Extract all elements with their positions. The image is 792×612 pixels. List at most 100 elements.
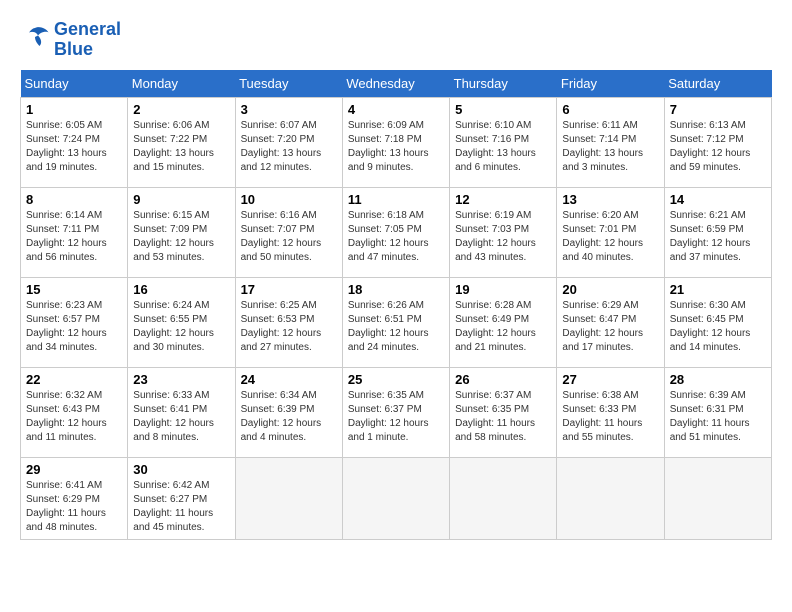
calendar-cell: 25 Sunrise: 6:35 AM Sunset: 6:37 PM Dayl… [342,367,449,457]
day-info: Sunrise: 6:07 AM Sunset: 7:20 PM Dayligh… [241,119,337,175]
calendar-cell: 1 Sunrise: 6:05 AM Sunset: 7:24 PM Dayli… [21,97,128,187]
day-header-thursday: Thursday [450,70,557,98]
page-header: General Blue [20,20,772,60]
day-info: Sunrise: 6:26 AM Sunset: 6:51 PM Dayligh… [348,299,444,355]
day-info: Sunrise: 6:38 AM Sunset: 6:33 PM Dayligh… [562,389,658,445]
week-row-3: 15 Sunrise: 6:23 AM Sunset: 6:57 PM Dayl… [21,277,772,367]
day-number: 24 [241,372,337,387]
day-info: Sunrise: 6:16 AM Sunset: 7:07 PM Dayligh… [241,209,337,265]
day-number: 1 [26,102,122,117]
calendar-cell: 12 Sunrise: 6:19 AM Sunset: 7:03 PM Dayl… [450,187,557,277]
day-info: Sunrise: 6:11 AM Sunset: 7:14 PM Dayligh… [562,119,658,175]
calendar-cell: 17 Sunrise: 6:25 AM Sunset: 6:53 PM Dayl… [235,277,342,367]
logo-icon [20,22,50,52]
day-info: Sunrise: 6:05 AM Sunset: 7:24 PM Dayligh… [26,119,122,175]
day-info: Sunrise: 6:35 AM Sunset: 6:37 PM Dayligh… [348,389,444,445]
day-number: 10 [241,192,337,207]
logo: General Blue [20,20,121,60]
day-number: 2 [133,102,229,117]
logo-text: General Blue [54,20,121,60]
day-info: Sunrise: 6:41 AM Sunset: 6:29 PM Dayligh… [26,479,122,535]
calendar-cell: 29 Sunrise: 6:41 AM Sunset: 6:29 PM Dayl… [21,457,128,539]
day-info: Sunrise: 6:25 AM Sunset: 6:53 PM Dayligh… [241,299,337,355]
calendar-cell: 10 Sunrise: 6:16 AM Sunset: 7:07 PM Dayl… [235,187,342,277]
calendar-cell [450,457,557,539]
header-row: SundayMondayTuesdayWednesdayThursdayFrid… [21,70,772,98]
calendar-cell: 15 Sunrise: 6:23 AM Sunset: 6:57 PM Dayl… [21,277,128,367]
calendar-cell: 7 Sunrise: 6:13 AM Sunset: 7:12 PM Dayli… [664,97,771,187]
day-info: Sunrise: 6:19 AM Sunset: 7:03 PM Dayligh… [455,209,551,265]
day-number: 19 [455,282,551,297]
day-header-tuesday: Tuesday [235,70,342,98]
calendar-cell: 5 Sunrise: 6:10 AM Sunset: 7:16 PM Dayli… [450,97,557,187]
calendar-cell: 3 Sunrise: 6:07 AM Sunset: 7:20 PM Dayli… [235,97,342,187]
calendar-cell: 6 Sunrise: 6:11 AM Sunset: 7:14 PM Dayli… [557,97,664,187]
day-number: 20 [562,282,658,297]
day-number: 16 [133,282,229,297]
calendar-cell [664,457,771,539]
calendar-cell: 30 Sunrise: 6:42 AM Sunset: 6:27 PM Dayl… [128,457,235,539]
day-number: 14 [670,192,766,207]
day-info: Sunrise: 6:37 AM Sunset: 6:35 PM Dayligh… [455,389,551,445]
calendar-cell: 23 Sunrise: 6:33 AM Sunset: 6:41 PM Dayl… [128,367,235,457]
day-info: Sunrise: 6:21 AM Sunset: 6:59 PM Dayligh… [670,209,766,265]
calendar-cell: 27 Sunrise: 6:38 AM Sunset: 6:33 PM Dayl… [557,367,664,457]
calendar-table: SundayMondayTuesdayWednesdayThursdayFrid… [20,70,772,540]
week-row-1: 1 Sunrise: 6:05 AM Sunset: 7:24 PM Dayli… [21,97,772,187]
day-number: 28 [670,372,766,387]
calendar-cell: 19 Sunrise: 6:28 AM Sunset: 6:49 PM Dayl… [450,277,557,367]
calendar-cell: 24 Sunrise: 6:34 AM Sunset: 6:39 PM Dayl… [235,367,342,457]
day-info: Sunrise: 6:14 AM Sunset: 7:11 PM Dayligh… [26,209,122,265]
day-number: 11 [348,192,444,207]
calendar-cell: 28 Sunrise: 6:39 AM Sunset: 6:31 PM Dayl… [664,367,771,457]
day-number: 23 [133,372,229,387]
calendar-cell [235,457,342,539]
calendar-cell: 9 Sunrise: 6:15 AM Sunset: 7:09 PM Dayli… [128,187,235,277]
day-number: 6 [562,102,658,117]
day-info: Sunrise: 6:06 AM Sunset: 7:22 PM Dayligh… [133,119,229,175]
day-info: Sunrise: 6:10 AM Sunset: 7:16 PM Dayligh… [455,119,551,175]
day-info: Sunrise: 6:18 AM Sunset: 7:05 PM Dayligh… [348,209,444,265]
day-info: Sunrise: 6:33 AM Sunset: 6:41 PM Dayligh… [133,389,229,445]
day-number: 22 [26,372,122,387]
day-info: Sunrise: 6:24 AM Sunset: 6:55 PM Dayligh… [133,299,229,355]
calendar-cell: 22 Sunrise: 6:32 AM Sunset: 6:43 PM Dayl… [21,367,128,457]
day-number: 5 [455,102,551,117]
calendar-cell: 26 Sunrise: 6:37 AM Sunset: 6:35 PM Dayl… [450,367,557,457]
calendar-cell: 14 Sunrise: 6:21 AM Sunset: 6:59 PM Dayl… [664,187,771,277]
day-number: 18 [348,282,444,297]
day-number: 9 [133,192,229,207]
day-number: 3 [241,102,337,117]
day-info: Sunrise: 6:30 AM Sunset: 6:45 PM Dayligh… [670,299,766,355]
calendar-cell: 20 Sunrise: 6:29 AM Sunset: 6:47 PM Dayl… [557,277,664,367]
calendar-cell [557,457,664,539]
day-number: 4 [348,102,444,117]
day-header-friday: Friday [557,70,664,98]
week-row-5: 29 Sunrise: 6:41 AM Sunset: 6:29 PM Dayl… [21,457,772,539]
calendar-cell: 18 Sunrise: 6:26 AM Sunset: 6:51 PM Dayl… [342,277,449,367]
day-info: Sunrise: 6:15 AM Sunset: 7:09 PM Dayligh… [133,209,229,265]
week-row-2: 8 Sunrise: 6:14 AM Sunset: 7:11 PM Dayli… [21,187,772,277]
calendar-cell: 16 Sunrise: 6:24 AM Sunset: 6:55 PM Dayl… [128,277,235,367]
day-info: Sunrise: 6:20 AM Sunset: 7:01 PM Dayligh… [562,209,658,265]
day-number: 8 [26,192,122,207]
day-number: 26 [455,372,551,387]
day-number: 25 [348,372,444,387]
day-header-saturday: Saturday [664,70,771,98]
calendar-cell: 13 Sunrise: 6:20 AM Sunset: 7:01 PM Dayl… [557,187,664,277]
week-row-4: 22 Sunrise: 6:32 AM Sunset: 6:43 PM Dayl… [21,367,772,457]
day-header-monday: Monday [128,70,235,98]
day-number: 12 [455,192,551,207]
calendar-cell: 4 Sunrise: 6:09 AM Sunset: 7:18 PM Dayli… [342,97,449,187]
calendar-cell [342,457,449,539]
day-info: Sunrise: 6:29 AM Sunset: 6:47 PM Dayligh… [562,299,658,355]
day-number: 13 [562,192,658,207]
calendar-cell: 8 Sunrise: 6:14 AM Sunset: 7:11 PM Dayli… [21,187,128,277]
day-header-sunday: Sunday [21,70,128,98]
day-info: Sunrise: 6:28 AM Sunset: 6:49 PM Dayligh… [455,299,551,355]
day-info: Sunrise: 6:32 AM Sunset: 6:43 PM Dayligh… [26,389,122,445]
day-number: 27 [562,372,658,387]
day-number: 17 [241,282,337,297]
day-info: Sunrise: 6:13 AM Sunset: 7:12 PM Dayligh… [670,119,766,175]
calendar-cell: 21 Sunrise: 6:30 AM Sunset: 6:45 PM Dayl… [664,277,771,367]
